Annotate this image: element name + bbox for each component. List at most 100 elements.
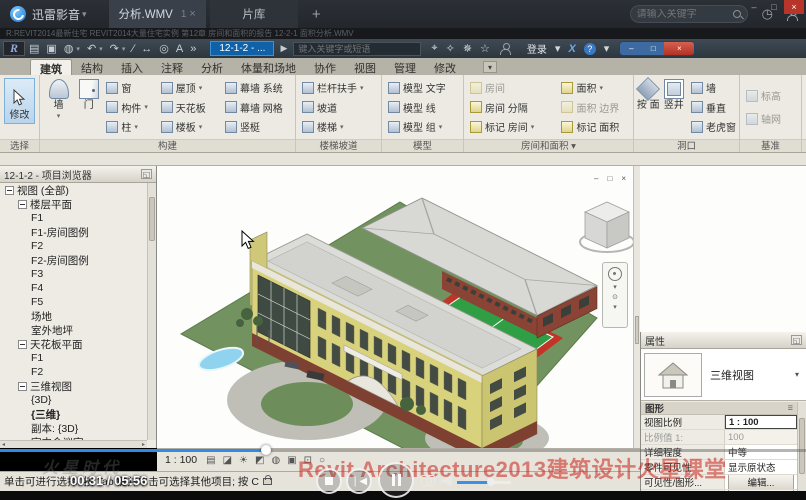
panel-options-icon[interactable]: ◱ (141, 169, 152, 179)
tree-item[interactable]: 三维视图 (0, 379, 147, 393)
subscription-key-icon[interactable]: ✧ (446, 42, 455, 55)
tool-window[interactable]: 窗 (102, 78, 156, 97)
open-icon[interactable]: ▤ (29, 42, 39, 55)
modify-button[interactable]: 修改 (4, 78, 35, 124)
tab-structure[interactable]: 结构 (72, 59, 112, 75)
shadows-icon[interactable]: ◩ (255, 455, 264, 466)
steering-wheel-icon[interactable] (608, 267, 622, 281)
scrollbar-thumb[interactable] (799, 418, 805, 474)
previous-button[interactable]: ❘◀ (346, 468, 372, 494)
scrollbar-thumb[interactable] (149, 197, 155, 241)
project-browser-titlebar[interactable]: 12-1-2 - 项目浏览器 ◱ (0, 166, 156, 183)
tree-item[interactable]: F1-房间图例 (0, 225, 147, 239)
caret-down-icon[interactable]: ▾ (795, 370, 799, 379)
tab-close-icon[interactable]: × (189, 8, 195, 20)
seek-handle[interactable] (261, 445, 271, 455)
save-icon[interactable]: ▣ (46, 42, 56, 55)
zoom-icon[interactable]: ⊙ (612, 294, 618, 301)
tool-roof[interactable]: 屋顶 (157, 78, 221, 97)
drawing-area[interactable]: – □ × ▾ ⊙ ▾ (157, 166, 640, 448)
tool-vertical-opening[interactable]: 垂直 (687, 98, 737, 117)
tree-item[interactable]: F3 (0, 267, 147, 281)
panel-workplane-label[interactable]: 工作平面 (802, 139, 806, 152)
measure-icon[interactable]: ∕ (132, 43, 134, 55)
nav-caret-icon[interactable]: ▾ (613, 304, 617, 311)
tree-item[interactable]: F1 (0, 211, 147, 225)
property-edit-button[interactable]: 编辑... (728, 475, 794, 489)
panel-opening-label[interactable]: 洞口 (634, 139, 739, 152)
new-tab-button[interactable]: + (312, 6, 321, 23)
text-icon[interactable]: A (176, 43, 183, 55)
caret-down-icon[interactable]: ▾ (99, 45, 103, 53)
panel-build-label[interactable]: 构建 (40, 139, 295, 152)
redo-icon[interactable]: ↷ (110, 42, 119, 55)
property-value[interactable]: 编辑... (725, 475, 797, 489)
viewport-scrollbar[interactable] (633, 166, 640, 448)
tool-curtain-grid[interactable]: 幕墙 网格 (221, 98, 293, 117)
tab-insert[interactable]: 插入 (112, 59, 152, 75)
property-section[interactable]: 图形 (641, 402, 797, 415)
tree-expander-icon[interactable] (18, 382, 27, 391)
nav-caret-icon[interactable]: ▾ (613, 284, 617, 291)
type-selector[interactable]: 三维视图 ▾ (641, 349, 806, 401)
tree-item[interactable]: 室外地坪 (0, 323, 147, 337)
pause-button[interactable] (378, 462, 414, 498)
exchange-apps-icon[interactable]: X (568, 43, 575, 55)
tree-item[interactable]: F1 (0, 351, 147, 365)
tool-ramp[interactable]: 坡道 (298, 98, 379, 117)
tool-model-text[interactable]: 模型 文字 (384, 78, 461, 97)
player-search-box[interactable] (630, 5, 748, 23)
tab-analyze[interactable]: 分析 (192, 59, 232, 75)
tool-shaft[interactable]: 竖井 (661, 76, 687, 138)
tool-mullion[interactable]: 竖梃 (221, 117, 293, 136)
tool-model-group[interactable]: 模型 组 (384, 117, 461, 136)
tab-architecture[interactable]: 建筑 (30, 59, 72, 75)
tree-item[interactable]: {三维} (0, 407, 147, 421)
navigation-bar[interactable]: ▾ ⊙ ▾ (602, 262, 628, 328)
undo-icon[interactable]: ↶ (87, 42, 96, 55)
revit-minimize-button[interactable]: – (620, 42, 642, 55)
signin-label[interactable]: 登录 (527, 41, 547, 56)
ribbon-collapse-button[interactable]: ▾ (483, 61, 497, 73)
doc-expand-icon[interactable]: ▶ (280, 43, 287, 54)
tool-wall-opening[interactable]: 墙 (687, 78, 737, 97)
tool-dormer[interactable]: 老虎窗 (687, 117, 737, 136)
view-scale[interactable]: 1 : 100 (165, 454, 197, 466)
signin-person-icon[interactable] (500, 43, 511, 54)
communication-icon[interactable]: ✵ (463, 42, 472, 55)
tree-item[interactable]: F2 (0, 365, 147, 379)
sun-path-icon[interactable]: ☀ (239, 455, 248, 466)
tree-item[interactable]: 视图 (全部) (0, 183, 147, 197)
tab-view[interactable]: 视图 (345, 59, 385, 75)
render-icon[interactable]: ◍ (64, 42, 74, 55)
tree-item[interactable]: F5 (0, 295, 147, 309)
revit-logo[interactable]: R (3, 41, 25, 56)
scrollbar-thumb[interactable] (635, 316, 639, 344)
detail-level-icon[interactable]: ▤ (206, 455, 215, 466)
revit-close-button[interactable]: × (664, 42, 694, 55)
help-icon[interactable]: ? (584, 43, 596, 55)
maximize-button[interactable]: □ (764, 0, 784, 14)
properties-titlebar[interactable]: 属性 ◱ (641, 332, 806, 349)
tool-wall[interactable]: 墙 (42, 76, 75, 138)
close-button[interactable]: × (784, 0, 804, 14)
tab-annotate[interactable]: 注释 (152, 59, 192, 75)
tool-door[interactable]: 门 (75, 76, 102, 138)
tree-expander-icon[interactable] (5, 186, 14, 195)
visual-style-icon[interactable]: ◪ (223, 455, 232, 466)
tool-railing[interactable]: 栏杆扶手 (298, 78, 379, 97)
infocenter-search-input[interactable] (298, 44, 416, 54)
caret-down-icon[interactable]: ▾ (555, 42, 561, 55)
revit-restore-button[interactable]: □ (642, 42, 664, 55)
property-value[interactable]: 显示原状态 (725, 460, 797, 474)
search-binoculars-icon[interactable]: ⌖ (431, 42, 437, 55)
tab-video[interactable]: 分析.WMV 1 × (109, 0, 206, 28)
qat-more-icon[interactable]: » (190, 43, 196, 55)
panel-room-area-label[interactable]: 房间和面积 ▾ (464, 139, 633, 152)
favorites-star-icon[interactable]: ☆ (480, 42, 490, 55)
app-menu-caret-icon[interactable]: ▾ (82, 9, 87, 20)
tree-item[interactable]: 场地 (0, 309, 147, 323)
caret-down-icon[interactable]: ▾ (122, 45, 126, 53)
tool-component[interactable]: 构件 (102, 98, 156, 117)
property-value[interactable]: 1 : 100 (725, 415, 797, 429)
